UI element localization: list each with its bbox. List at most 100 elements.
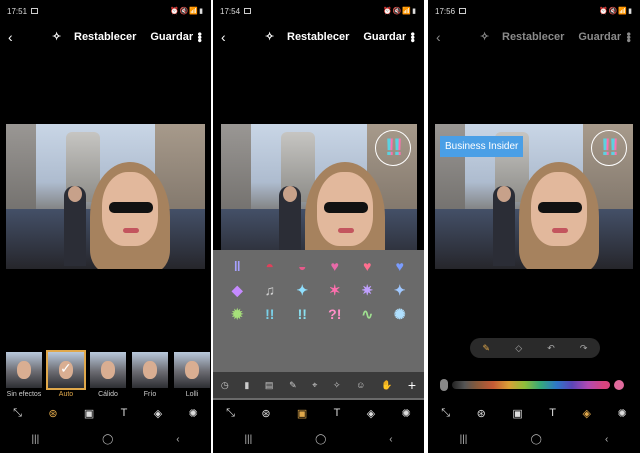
reset-button[interactable]: Restablecer — [74, 31, 136, 43]
recent-stickers-icon[interactable]: ◷ — [221, 380, 229, 391]
auto-enhance-icon[interactable]: ✧ — [480, 30, 494, 44]
sticker-heart-large[interactable]: ♥ — [325, 258, 345, 274]
stickers-cat-7-icon[interactable]: ✋ — [381, 380, 392, 391]
filter-label: Cálido — [98, 391, 118, 398]
nav-back-icon[interactable]: ‹ — [605, 434, 608, 445]
sticker-sparkle-2[interactable]: ✺ — [390, 306, 410, 322]
transform-icon[interactable]: ⤡ — [13, 407, 22, 420]
recents-icon[interactable]: ||| — [460, 434, 468, 445]
more-options-icon[interactable]: ••• — [622, 32, 636, 42]
transform-icon[interactable]: ⤡ — [226, 407, 235, 420]
nav-back-icon[interactable]: ‹ — [176, 434, 179, 445]
selected-color-swatch[interactable] — [614, 380, 624, 390]
draw-icon[interactable]: ◈ — [154, 407, 162, 420]
reset-button[interactable]: Restablecer — [502, 31, 564, 43]
text-icon[interactable]: T — [121, 407, 128, 419]
adjust-icon[interactable]: ✺ — [402, 407, 411, 420]
filter-label: Frío — [143, 391, 157, 398]
home-icon[interactable]: ◯ — [102, 434, 113, 445]
back-icon[interactable]: ‹ — [436, 29, 458, 45]
sticker-star-small[interactable]: ✦ — [292, 282, 312, 298]
sticker-heart-blue[interactable]: ♥ — [390, 258, 410, 274]
stickers-cat-4-icon[interactable]: ⌖ — [312, 380, 317, 391]
sticker-shape-1[interactable]: ◆ — [227, 282, 247, 298]
home-icon[interactable]: ◯ — [315, 434, 326, 445]
screen-draw: 17:56 ⏰🔇📶▮ ‹ ✧ Restablecer Guardar ••• !… — [428, 0, 640, 453]
stickers-cat-5-icon[interactable]: ✧ — [333, 380, 341, 391]
gallery-notification-icon — [459, 8, 467, 14]
sticker-star-big[interactable]: ✦ — [390, 282, 410, 298]
sticker-question[interactable]: ?! — [325, 306, 345, 322]
transform-icon[interactable]: ⤡ — [441, 407, 450, 420]
editor-toolbar: ⤡ ⊛ ▣ T ◈ ✺ — [213, 403, 424, 423]
color-palette-slider[interactable] — [452, 381, 610, 389]
add-stickers-icon[interactable]: + — [408, 377, 416, 393]
filter-sin-efectos[interactable]: Sin efectos — [6, 352, 42, 400]
stickers-cat-1-icon[interactable]: ▮ — [244, 380, 249, 391]
status-bar: 17:54 ⏰🔇📶▮ — [213, 0, 424, 22]
sticker-star-pink[interactable]: ✶ — [325, 282, 345, 298]
redo-icon[interactable]: ↷ — [580, 343, 588, 354]
sticker-exclaim[interactable]: !! — [292, 306, 312, 322]
placed-exclamation-sticker[interactable]: !! — [375, 130, 411, 166]
save-button[interactable]: Guardar — [363, 31, 406, 43]
stickers-cat-6-icon[interactable]: ☺ — [356, 380, 365, 390]
sticker-icon[interactable]: ▣ — [297, 407, 307, 420]
sticker-exclaim-double[interactable]: !! — [260, 306, 280, 322]
sticker-music[interactable]: ♫ — [260, 282, 280, 298]
sticker-burst[interactable]: ✹ — [227, 306, 247, 322]
save-button[interactable]: Guardar — [578, 31, 621, 43]
sticker-squiggle[interactable]: ∿ — [357, 306, 377, 322]
filter-thumbnail — [6, 352, 42, 388]
more-options-icon[interactable]: ••• — [193, 32, 207, 42]
photo-sunglasses — [324, 202, 368, 213]
recents-icon[interactable]: ||| — [31, 434, 39, 445]
editor-topbar: ‹ ✧ Restablecer Guardar ••• — [428, 26, 640, 48]
filter-label: Lolli — [185, 391, 199, 398]
sticker-icon[interactable]: ▣ — [84, 407, 94, 420]
adjust-icon[interactable]: ✺ — [189, 407, 198, 420]
system-nav-bar: ||| ◯ ‹ — [428, 429, 640, 449]
home-icon[interactable]: ◯ — [531, 434, 542, 445]
photo-lips — [552, 228, 568, 233]
stickers-cat-2-icon[interactable]: ▤ — [265, 380, 274, 391]
photo-sunglasses — [109, 202, 153, 213]
text-icon[interactable]: T — [334, 407, 341, 419]
sticker-icon[interactable]: ▣ — [512, 407, 522, 420]
auto-enhance-icon[interactable]: ✧ — [265, 30, 279, 44]
placed-exclamation-sticker[interactable]: !! — [591, 130, 627, 166]
save-button[interactable]: Guardar — [150, 31, 193, 43]
gallery-notification-icon — [244, 8, 252, 14]
filter-auto[interactable]: ✓ Auto — [46, 350, 86, 400]
more-options-icon[interactable]: ••• — [406, 32, 420, 42]
auto-enhance-icon[interactable]: ✧ — [52, 30, 66, 44]
text-overlay[interactable]: Business Insider — [440, 136, 524, 157]
sticker-lips[interactable]: ◓ — [260, 258, 280, 274]
sticker-star-multi[interactable]: ✷ — [357, 282, 377, 298]
reset-button[interactable]: Restablecer — [287, 31, 349, 43]
stickers-cat-3-icon[interactable]: ✎ — [289, 380, 297, 391]
adjust-icon[interactable]: ✺ — [617, 407, 626, 420]
sticker-heart-small[interactable]: ♥ — [357, 258, 377, 274]
undo-icon[interactable]: ↶ — [547, 343, 555, 354]
filter-frio[interactable]: Frío — [132, 352, 168, 400]
nav-back-icon[interactable]: ‹ — [389, 434, 392, 445]
sticker-sparkle[interactable]: ǁ — [227, 258, 247, 274]
filter-calido[interactable]: Cálido — [90, 352, 126, 400]
filter-icon[interactable]: ⊛ — [261, 407, 270, 420]
back-icon[interactable]: ‹ — [221, 29, 243, 45]
draw-icon[interactable]: ◈ — [582, 407, 590, 420]
filter-lolli[interactable]: Lolli — [174, 352, 210, 400]
eraser-icon[interactable]: ◇ — [515, 343, 522, 354]
recents-icon[interactable]: ||| — [244, 434, 252, 445]
filter-icon[interactable]: ⊛ — [477, 407, 486, 420]
brush-size-handle[interactable] — [440, 379, 448, 391]
filter-icon[interactable]: ⊛ — [48, 407, 57, 420]
draw-icon[interactable]: ◈ — [367, 407, 375, 420]
back-icon[interactable]: ‹ — [8, 29, 30, 45]
pen-icon[interactable]: ✎ — [483, 343, 491, 354]
text-icon[interactable]: T — [549, 407, 556, 419]
sticker-lips-2[interactable]: ◒ — [292, 258, 312, 274]
status-bar: 17:56 ⏰🔇📶▮ — [428, 0, 640, 22]
editor-topbar: ‹ ✧ Restablecer Guardar ••• — [0, 26, 211, 48]
